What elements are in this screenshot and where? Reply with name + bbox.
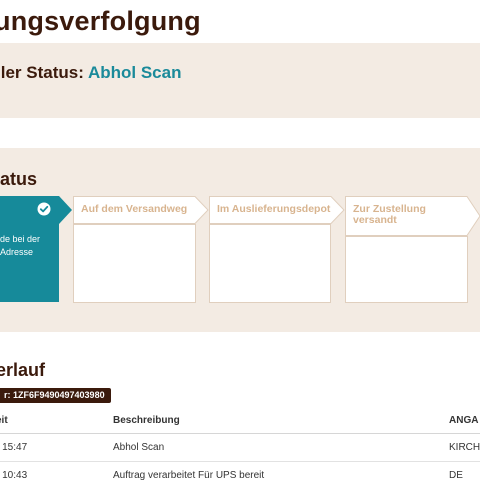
progress-heading: tatus (0, 169, 38, 189)
progress-step-3-header: Im Auslieferungsdepot (209, 196, 345, 224)
row-info: DE (449, 470, 463, 480)
progress-step-4-header: Zur Zustellung versandt (345, 196, 480, 236)
row-time: - 10:43 (0, 470, 28, 480)
table-row: - 15:47 Abhol Scan KIRCH (0, 434, 480, 462)
history-heading: erlauf (0, 360, 46, 380)
column-header-info: ANGA (449, 415, 479, 426)
progress-panel: tatus de bei der Adresse Auf dem Versand… (0, 148, 480, 332)
column-header-description: Beschreibung (113, 415, 180, 426)
progress-step-1-body: de bei der Adresse (0, 224, 59, 302)
table-row: - 10:43 Auftrag verarbeitet Für UPS bere… (0, 462, 480, 480)
progress-step-1-label: de bei der Adresse (0, 234, 41, 257)
current-status: ller Status: Abhol Scan (0, 63, 181, 83)
progress-step-1-header (0, 196, 72, 224)
tracking-number-badge: r: 1ZF6F9490497403980 (0, 388, 111, 403)
current-status-label: ller Status: (0, 63, 84, 82)
row-info: KIRCH (449, 442, 480, 453)
progress-step-2-body (73, 224, 196, 303)
progress-step-4-label: Zur Zustellung versandt (353, 203, 426, 226)
current-status-value: Abhol Scan (87, 63, 182, 82)
progress-step-3-label: Im Auslieferungsdepot (217, 203, 331, 215)
current-status-panel: ller Status: Abhol Scan (0, 43, 480, 118)
progress-step-2-header: Auf dem Versandweg (73, 196, 209, 224)
progress-step-2-label: Auf dem Versandweg (81, 203, 188, 215)
row-description: Abhol Scan (113, 442, 165, 453)
row-time: - 15:47 (0, 442, 28, 453)
page-title: ungsverfolgung (0, 6, 201, 36)
progress-step-3-body (209, 224, 331, 303)
row-description: Auftrag verarbeitet Für UPS bereit (113, 470, 265, 480)
history-table-header: eit Beschreibung ANGA (0, 406, 480, 434)
progress-step-4-body (345, 236, 468, 303)
column-header-time: eit (0, 415, 8, 426)
